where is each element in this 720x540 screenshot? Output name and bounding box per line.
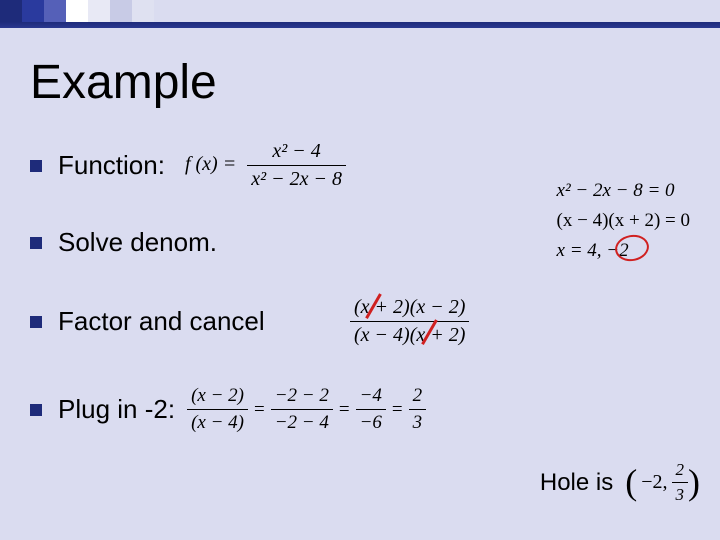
bullet-icon [30,404,42,416]
bullet-icon [30,160,42,172]
hole-label: Hole is [540,469,613,497]
decorative-squares [0,0,154,22]
hole-coordinates: ( −2, 2 3 ) [625,460,700,505]
plug-in-equation: (x − 2) (x − 4) = −2 − 2 −2 − 4 = −4 −6 … [187,385,426,434]
bullet-icon [30,237,42,249]
bullet-factor-cancel: Factor and cancel (x + 2)(x − 2) (x − 4)… [30,306,700,337]
bullet-label: Solve denom. [58,227,217,258]
factor-fraction: (x + 2)(x − 2) (x − 4)(x + 2) [350,296,469,347]
slide-title: Example [30,55,217,110]
function-equation: f (x) = x² − 4 x² − 2x − 8 [185,140,346,191]
bullet-label: Factor and cancel [58,306,265,337]
bullet-label: Function: [58,150,165,181]
bullet-icon [30,316,42,328]
hole-result: Hole is ( −2, 2 3 ) [540,460,700,505]
side-work-denominator: x² − 2x − 8 = 0 (x − 4)(x + 2) = 0 x = 4… [557,180,690,270]
bullet-plug-in: Plug in -2: (x − 2) (x − 4) = −2 − 2 −2 … [30,385,700,434]
bullet-label: Plug in -2: [58,394,175,425]
header-stripe [0,22,720,28]
